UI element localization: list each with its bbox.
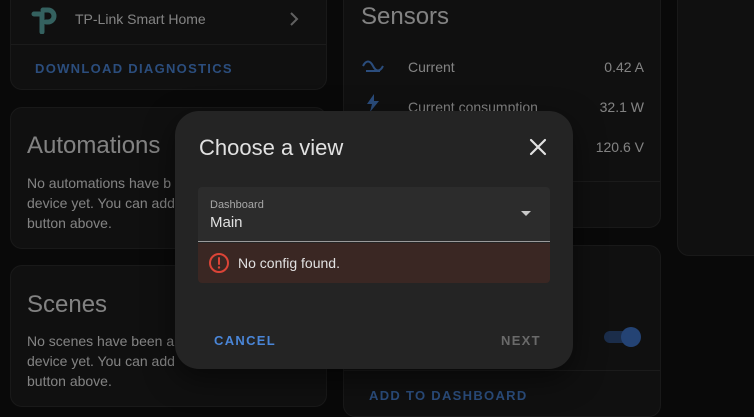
dashboard-select-value: Main bbox=[210, 214, 243, 231]
error-message: No config found. bbox=[238, 255, 340, 271]
choose-view-dialog: Choose a view Dashboard Main No config f… bbox=[175, 111, 573, 369]
alert-circle-icon bbox=[208, 252, 230, 274]
dialog-title: Choose a view bbox=[199, 135, 344, 160]
dashboard-select[interactable]: Dashboard Main bbox=[198, 187, 550, 242]
error-alert: No config found. bbox=[198, 243, 550, 283]
next-button[interactable]: NEXT bbox=[501, 333, 541, 348]
cancel-button[interactable]: CANCEL bbox=[214, 333, 276, 348]
dashboard-select-label: Dashboard bbox=[210, 199, 264, 211]
caret-down-icon[interactable] bbox=[521, 211, 531, 216]
close-icon[interactable] bbox=[525, 134, 551, 160]
